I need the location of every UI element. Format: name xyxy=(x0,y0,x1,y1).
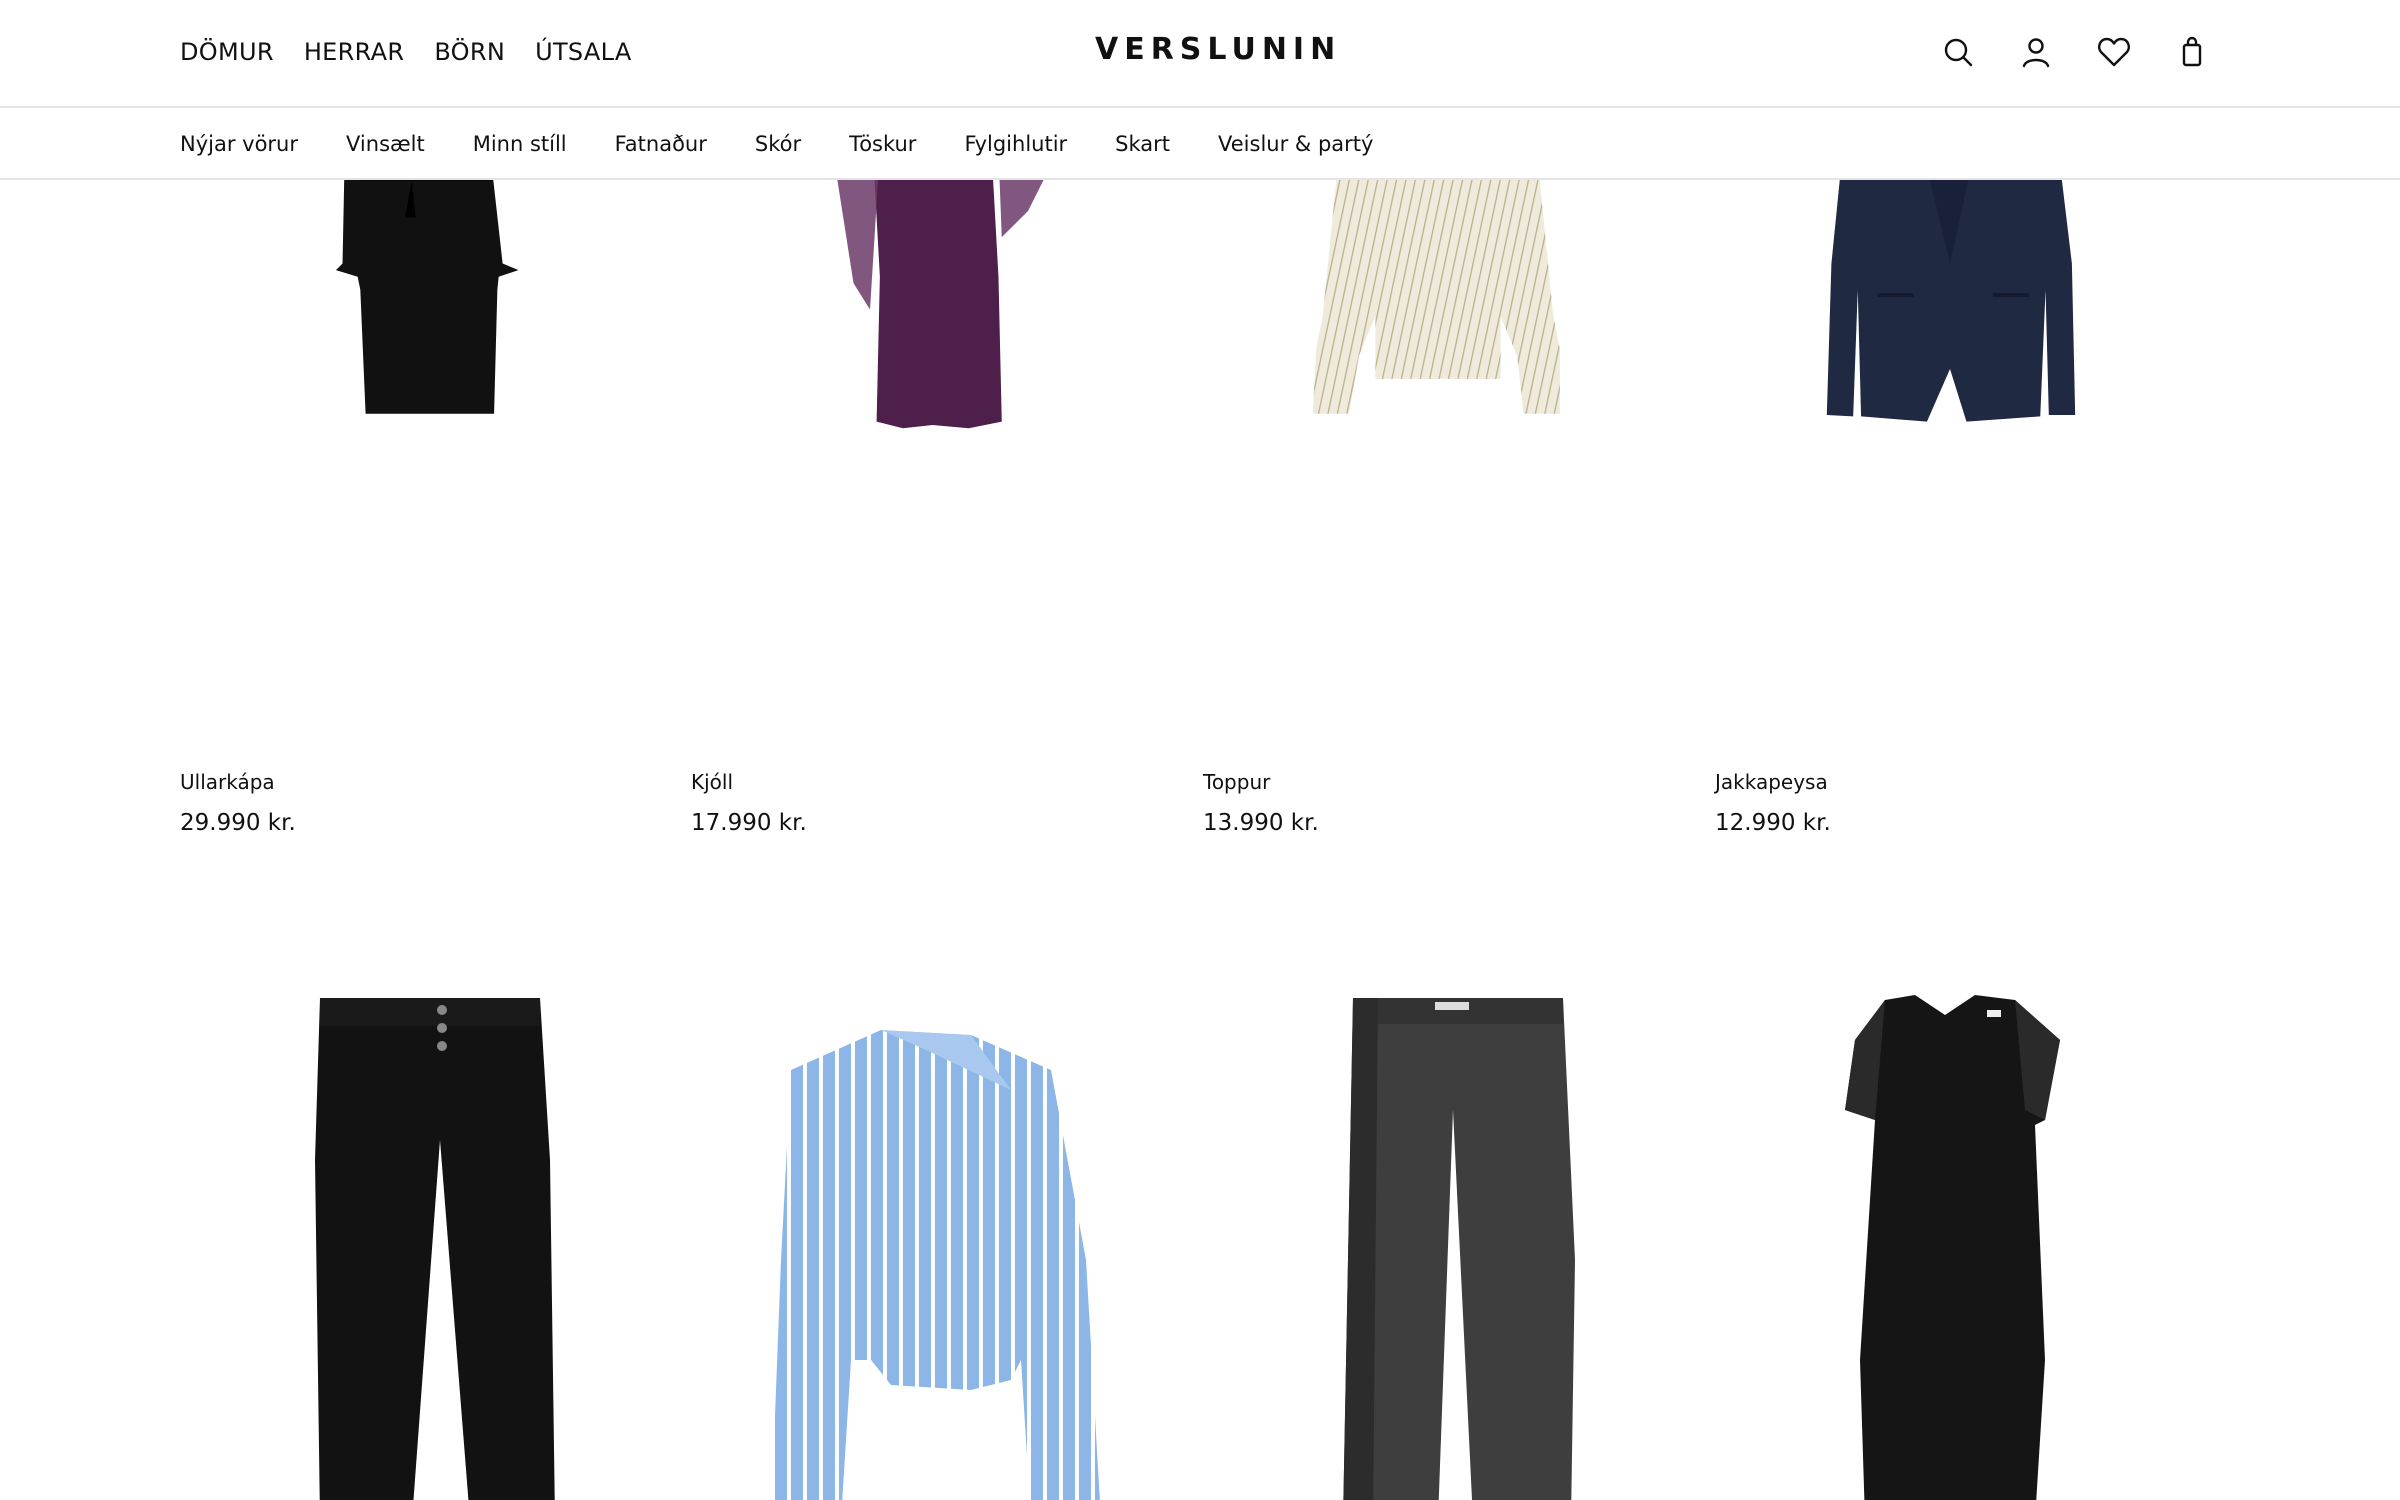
product-image-blue-striped-shirt[interactable] xyxy=(691,960,1161,1500)
main-nav: DÖMUR HERRAR BÖRN ÚTSALA xyxy=(180,38,632,66)
subnav-item-bags[interactable]: Töskur xyxy=(849,132,916,156)
product-price: 13.990 kr. xyxy=(1203,810,1319,836)
subnav-item-my-style[interactable]: Minn stíll xyxy=(473,132,567,156)
product-name[interactable]: Kjóll xyxy=(691,770,733,794)
subnav-item-jewelry[interactable]: Skart xyxy=(1115,132,1170,156)
subnav-item-clothing[interactable]: Fatnaður xyxy=(615,132,707,156)
product-price: 12.990 kr. xyxy=(1715,810,1831,836)
subnav-item-new[interactable]: Nýjar vörur xyxy=(180,132,298,156)
product-image-grey-trousers[interactable] xyxy=(1203,960,1673,1500)
product-image-black-jeans[interactable] xyxy=(180,960,650,1500)
subnav-item-popular[interactable]: Vinsælt xyxy=(346,132,425,156)
nav-item-sale[interactable]: ÚTSALA xyxy=(535,38,631,66)
shopping-bag-icon[interactable] xyxy=(2174,34,2210,70)
subnav-item-party[interactable]: Veislur & partý xyxy=(1218,132,1373,156)
product-price: 29.990 kr. xyxy=(180,810,296,836)
category-subnav: Nýjar vörur Vinsælt Minn stíll Fatnaður … xyxy=(0,108,2400,180)
product-name[interactable]: Ullarkápa xyxy=(180,770,275,794)
product-price: 17.990 kr. xyxy=(691,810,807,836)
header-icons xyxy=(1940,34,2210,70)
subnav-item-accessories[interactable]: Fylgihlutir xyxy=(964,132,1067,156)
product-name[interactable]: Toppur xyxy=(1203,770,1270,794)
product-image-black-satin-dress[interactable] xyxy=(1715,960,2185,1500)
search-icon[interactable] xyxy=(1940,34,1976,70)
account-icon[interactable] xyxy=(2018,34,2054,70)
subnav-item-shoes[interactable]: Skór xyxy=(755,132,801,156)
wishlist-heart-icon[interactable] xyxy=(2096,34,2132,70)
site-header: DÖMUR HERRAR BÖRN ÚTSALA VERSLUNIN xyxy=(0,0,2400,108)
nav-item-women[interactable]: DÖMUR xyxy=(180,38,274,66)
nav-item-men[interactable]: HERRAR xyxy=(304,38,404,66)
product-name[interactable]: Jakkapeysa xyxy=(1715,770,1828,794)
site-logo[interactable]: VERSLUNIN xyxy=(1095,32,1341,67)
nav-item-kids[interactable]: BÖRN xyxy=(434,38,505,66)
product-grid: Ullarkápa 29.990 kr. Kjóll 17.990 kr. To… xyxy=(0,0,2400,1500)
